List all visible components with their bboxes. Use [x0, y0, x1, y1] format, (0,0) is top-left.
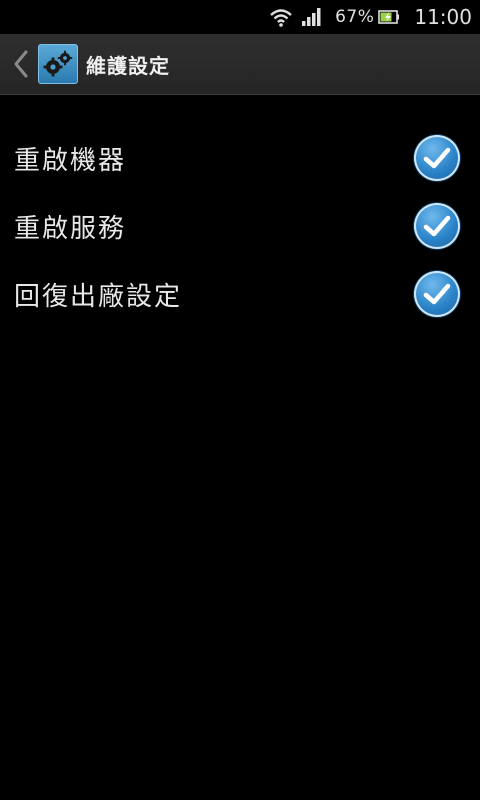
- battery-group: 67%: [331, 7, 400, 27]
- list-item-factory-reset[interactable]: 回復出廠設定: [0, 260, 480, 328]
- wifi-icon: [269, 7, 293, 27]
- list-item-restart-device[interactable]: 重啟機器: [0, 124, 480, 192]
- checkbox-restart-device[interactable]: [414, 135, 460, 181]
- check-icon: [423, 283, 451, 305]
- list-item-restart-service[interactable]: 重啟服務: [0, 192, 480, 260]
- clock: 11:00: [414, 5, 472, 29]
- action-bar: 維護設定: [0, 34, 480, 95]
- chevron-left-icon: [14, 50, 28, 78]
- app-icon[interactable]: [38, 44, 78, 84]
- settings-list: 重啟機器 重啟服務 回復出廠設定: [0, 124, 480, 328]
- page-title: 維護設定: [86, 53, 170, 78]
- battery-percent: 67%: [335, 7, 375, 27]
- check-icon: [423, 147, 451, 169]
- list-item-label: 重啟機器: [14, 145, 127, 176]
- checkbox-factory-reset[interactable]: [414, 271, 460, 317]
- gears-icon: [43, 50, 73, 77]
- list-item-label: 回復出廠設定: [14, 281, 183, 312]
- screen: 67% 11:00 維護設定 重啟機器 重啟服務 回復出廠設定: [0, 0, 480, 800]
- back-button[interactable]: [10, 48, 32, 80]
- battery-charging-icon: [378, 9, 400, 25]
- signal-icon: [301, 7, 323, 27]
- status-bar: 67% 11:00: [0, 0, 480, 34]
- check-icon: [423, 215, 451, 237]
- list-item-label: 重啟服務: [14, 213, 127, 244]
- checkbox-restart-service[interactable]: [414, 203, 460, 249]
